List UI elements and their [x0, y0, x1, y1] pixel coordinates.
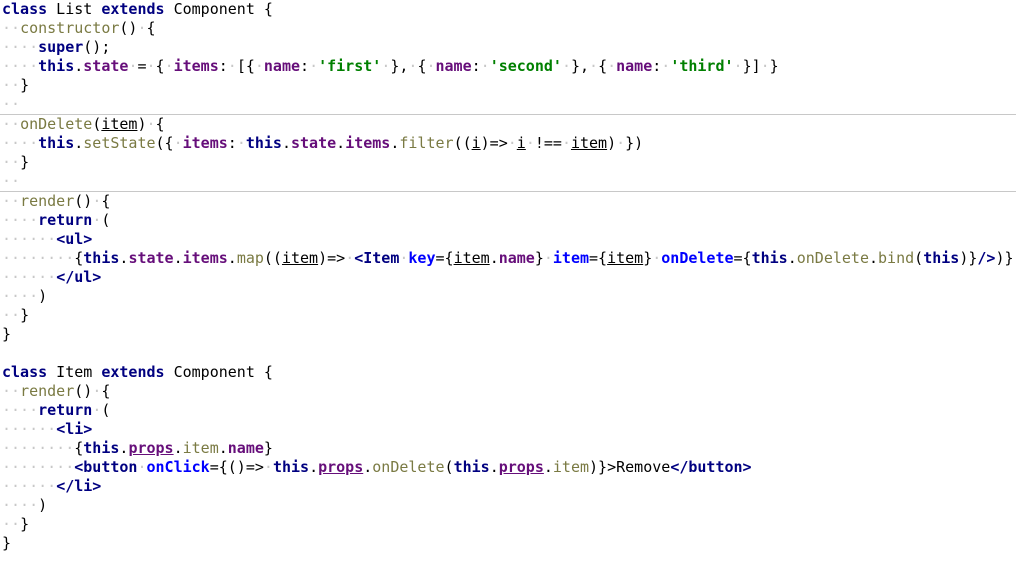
- code-line-11: ··render()·{: [2, 192, 111, 210]
- code-line-4: ····this.state·=·{·items:·[{·name:·'firs…: [2, 57, 779, 75]
- code-line-25: ········<button·onClick={()=>·this.props…: [2, 458, 752, 476]
- code-line-12: ····return·(: [2, 211, 111, 229]
- code-line-10: ··: [2, 172, 21, 190]
- code-line-22: ····return·(: [2, 401, 111, 419]
- code-line-2: ··constructor()·{: [2, 19, 156, 37]
- code-line-13: ······<ul>: [2, 230, 93, 248]
- code-line-18: }: [2, 325, 12, 343]
- code-line-28: ··}: [2, 515, 30, 533]
- code-line-23: ······<li>: [2, 420, 93, 438]
- code-line-15: ······</ul>: [2, 268, 102, 286]
- code-line-16: ····): [2, 287, 48, 305]
- code-line-17: ··}: [2, 306, 30, 324]
- code-line-27: ····): [2, 496, 48, 514]
- code-line-21: ··render()·{: [2, 382, 111, 400]
- code-line-9: ··}: [2, 153, 30, 171]
- code-line-7: ··onDelete(item)·{: [2, 115, 165, 133]
- code-line-20: class Item extends Component {: [2, 363, 273, 381]
- code-line-6: ··: [2, 95, 21, 113]
- code-line-24: ········{this.props.item.name}: [2, 439, 273, 457]
- code-line-14: ········{this.state.items.map((item)=>·<…: [2, 249, 1014, 267]
- code-line-26: ······</li>: [2, 477, 102, 495]
- code-line-29: }: [2, 534, 12, 552]
- code-line-1: class List extends Component {: [2, 0, 273, 18]
- code-line-3: ····super();: [2, 38, 111, 56]
- code-line-5: ··}: [2, 76, 30, 94]
- code-editor[interactable]: class List extends Component { ··constru…: [0, 0, 1016, 563]
- code-line-8: ····this.setState({·items:·this.state.it…: [2, 134, 644, 152]
